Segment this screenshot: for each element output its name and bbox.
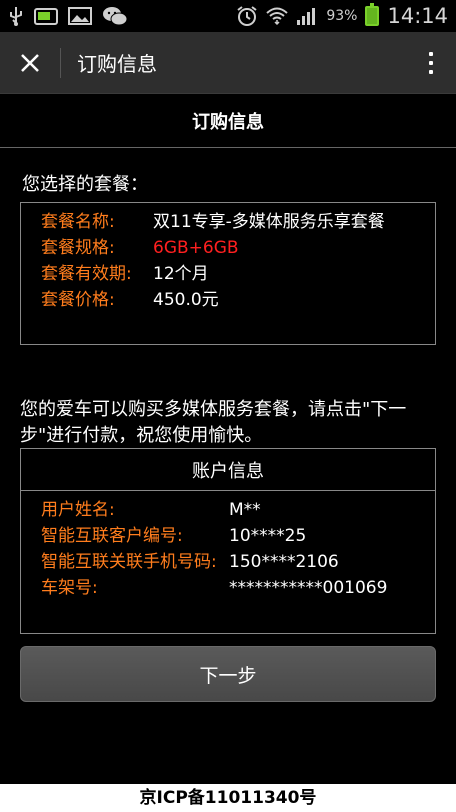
- package-info-box: 套餐名称: 双11专享-多媒体服务乐享套餐 套餐规格: 6GB+6GB 套餐有效…: [20, 202, 436, 345]
- icp-footer: 京ICP备11011340号: [0, 784, 456, 812]
- alarm-icon: [236, 5, 258, 27]
- more-menu-button[interactable]: [406, 32, 456, 94]
- account-info-body: 用户姓名: M** 智能互联客户编号: 10****25 智能互联关联手机号码:…: [21, 491, 435, 601]
- choose-package-label: 您选择的套餐：: [22, 174, 148, 195]
- more-dot: [429, 60, 433, 65]
- status-left-icons: [8, 5, 128, 27]
- battery-percent: 93%: [326, 8, 358, 24]
- account-row-value: M**: [229, 500, 261, 520]
- next-step-button[interactable]: 下一步: [20, 646, 436, 702]
- title-divider: [60, 47, 61, 78]
- close-icon: [21, 53, 39, 72]
- status-right-icons: 93% 14:14: [236, 3, 448, 28]
- package-validity-value: 12个月: [153, 264, 209, 284]
- title-bar: 订购信息: [0, 32, 456, 94]
- wechat-icon: [102, 5, 128, 27]
- account-row: 车架号: ***********001069: [41, 575, 421, 601]
- status-bar: 93% 14:14: [0, 0, 456, 32]
- account-row-value: 10****25: [229, 526, 307, 546]
- more-vert-icon: [429, 51, 433, 56]
- wifi-icon: [266, 6, 289, 26]
- account-row-label: 用户姓名:: [41, 500, 115, 520]
- package-spec-row: 套餐规格: 6GB+6GB: [41, 235, 421, 261]
- package-spec-value: 6GB+6GB: [153, 238, 239, 258]
- package-name-value: 双11专享-多媒体服务乐享套餐: [153, 212, 385, 232]
- section-header: 订购信息: [0, 94, 456, 148]
- clock-time: 14:14: [387, 4, 448, 28]
- usb-icon: [8, 6, 24, 26]
- close-button[interactable]: [0, 32, 60, 94]
- package-price-label: 套餐价格:: [41, 290, 115, 310]
- account-info-title: 账户信息: [21, 449, 435, 491]
- package-spec-label: 套餐规格:: [41, 238, 115, 258]
- package-name-row: 套餐名称: 双11专享-多媒体服务乐享套餐: [41, 209, 421, 235]
- signal-icon: [296, 6, 318, 26]
- package-price-value: 450.0元: [153, 290, 219, 310]
- purchase-note: 您的爱车可以购买多媒体服务套餐，请点击"下一步"进行付款，祝您使用愉快。: [20, 399, 407, 446]
- account-row: 智能互联客户编号: 10****25: [41, 523, 421, 549]
- battery-icon: [365, 3, 380, 26]
- page-title: 订购信息: [77, 52, 157, 76]
- sd-card-icon: [34, 6, 58, 26]
- more-dot: [429, 69, 433, 74]
- account-info-box: 账户信息 用户姓名: M** 智能互联客户编号: 10****25 智能互联关联…: [20, 448, 436, 634]
- account-row-label: 车架号:: [41, 578, 98, 598]
- package-validity-row: 套餐有效期: 12个月: [41, 261, 421, 287]
- account-row-value: ***********001069: [229, 578, 388, 598]
- image-icon: [68, 6, 92, 26]
- account-row-label: 智能互联关联手机号码:: [41, 552, 217, 572]
- account-row-value: 150****2106: [229, 552, 339, 572]
- account-row: 用户姓名: M**: [41, 497, 421, 523]
- account-row: 智能互联关联手机号码: 150****2106: [41, 549, 421, 575]
- package-name-label: 套餐名称:: [41, 212, 115, 232]
- package-validity-label: 套餐有效期:: [41, 264, 132, 284]
- package-price-row: 套餐价格: 450.0元: [41, 287, 421, 313]
- account-row-label: 智能互联客户编号:: [41, 526, 183, 546]
